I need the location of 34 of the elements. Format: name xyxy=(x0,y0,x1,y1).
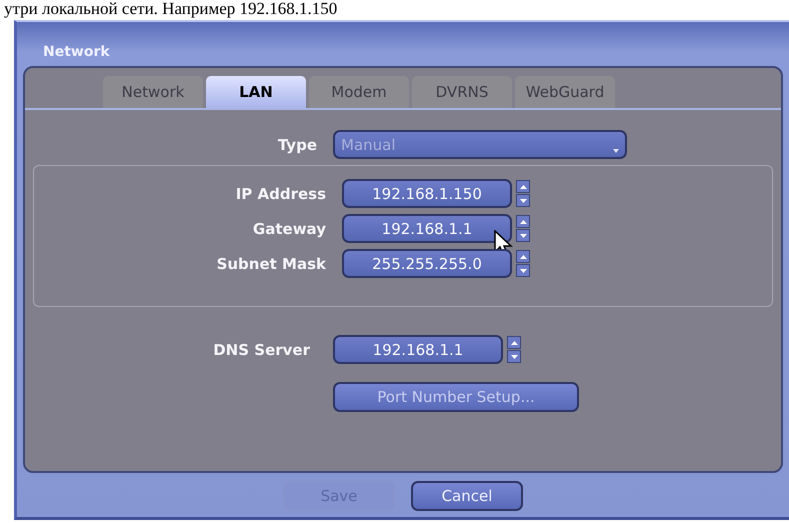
caption-text: утри локальной сети. Например 192.168.1.150 xyxy=(3,0,338,18)
ip-field[interactable]: 192.168.1.150 xyxy=(342,179,512,208)
spin-down-button[interactable] xyxy=(507,350,521,363)
field-label: DNS Server xyxy=(212,340,311,358)
spin-up-button[interactable] xyxy=(516,215,530,228)
spin-down-button[interactable] xyxy=(516,264,530,277)
spin-down-button[interactable] xyxy=(516,229,530,242)
spin-up-button[interactable] xyxy=(516,250,530,263)
dialog-button[interactable]: Cancel xyxy=(411,481,523,511)
down-arrow-icon xyxy=(510,354,518,358)
spin-up-button[interactable] xyxy=(516,180,530,193)
port-setup-button[interactable]: Port Number Setup... xyxy=(333,382,579,412)
field-label: Type xyxy=(276,136,317,154)
field-label: IP Address xyxy=(234,184,326,202)
tab[interactable]: Modem xyxy=(309,76,409,108)
up-arrow-icon xyxy=(520,254,526,258)
down-arrow-icon xyxy=(520,268,526,272)
field-label: Subnet Mask xyxy=(216,254,326,272)
ip-field[interactable]: 192.168.1.1 xyxy=(333,335,503,364)
up-arrow-icon xyxy=(510,340,518,344)
field-label: Gateway xyxy=(252,220,326,238)
spin-down-button[interactable] xyxy=(516,194,530,207)
window-title: Network xyxy=(42,43,111,62)
down-arrow-icon xyxy=(520,234,526,238)
tab[interactable]: DVRNS xyxy=(412,76,512,108)
tab[interactable]: LAN xyxy=(206,76,306,108)
tab[interactable]: WebGuard xyxy=(515,76,615,108)
spin-up-button[interactable] xyxy=(507,336,521,349)
down-arrow-icon xyxy=(520,198,526,202)
up-arrow-icon xyxy=(520,220,526,224)
up-arrow-icon xyxy=(520,184,526,188)
ip-field[interactable]: 255.255.255.0 xyxy=(342,249,512,278)
caret-icon xyxy=(613,149,619,153)
tab[interactable]: Network xyxy=(103,76,203,108)
